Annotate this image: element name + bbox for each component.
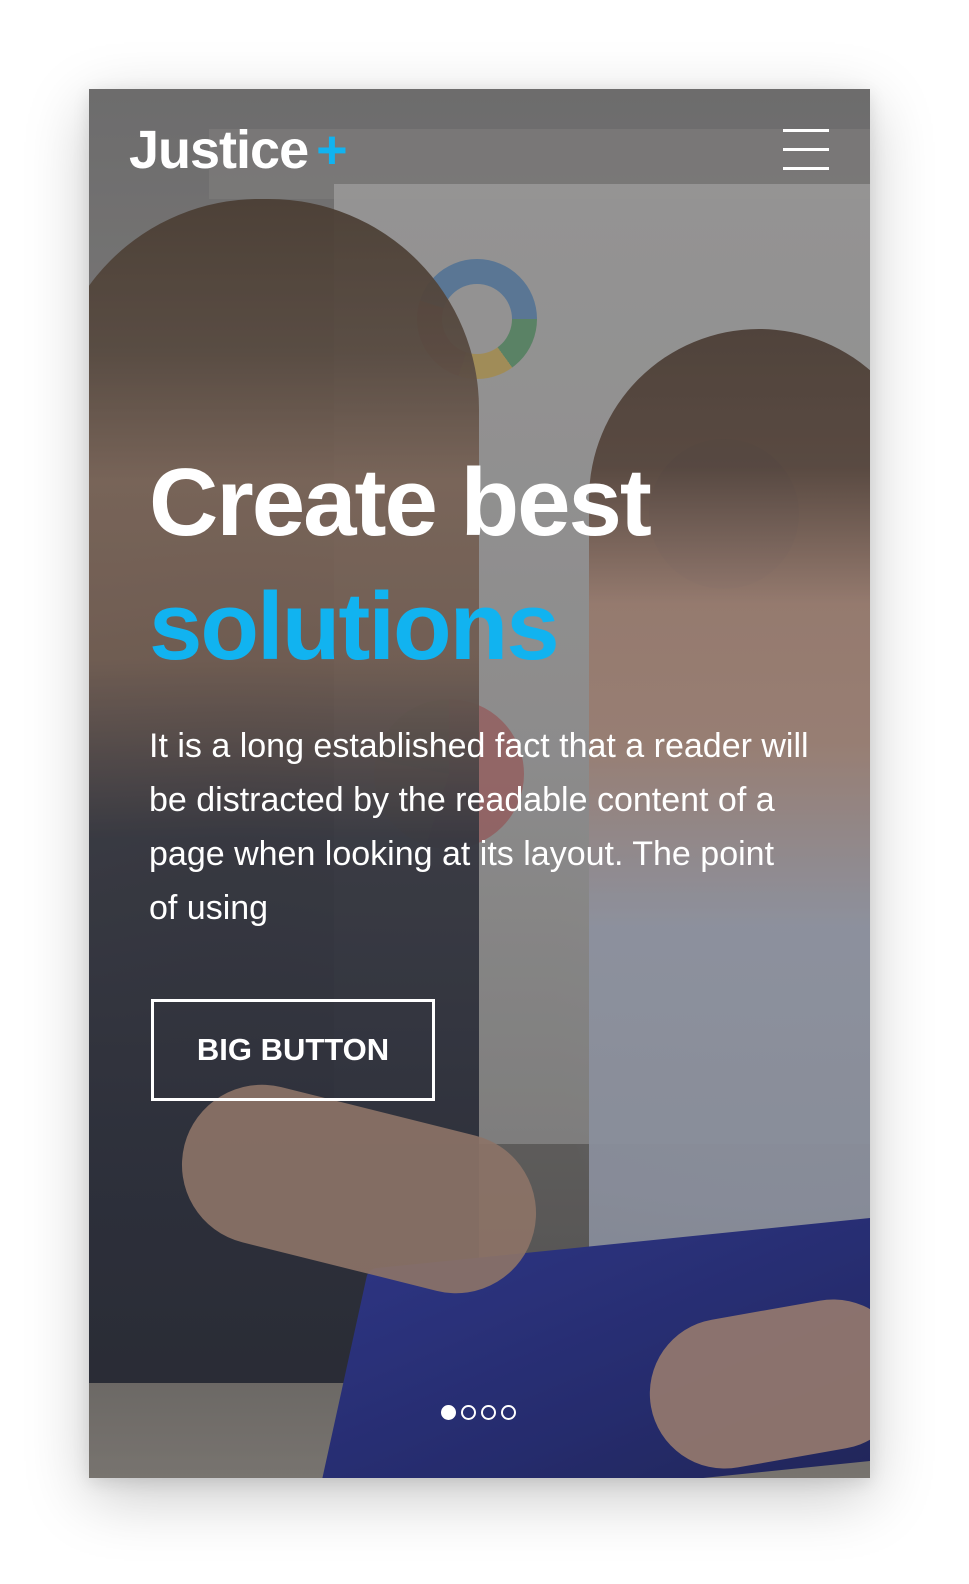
carousel-dot-2[interactable] — [461, 1405, 476, 1420]
carousel-dot-4[interactable] — [501, 1405, 516, 1420]
carousel-pagination — [441, 1405, 521, 1421]
headline-line-1: Create best — [149, 449, 652, 556]
site-header: Justice + — [89, 89, 870, 219]
hamburger-menu-icon[interactable] — [783, 129, 829, 171]
hero-content: Create best solutions It is a long estab… — [149, 441, 829, 935]
hero-headline: Create best solutions — [149, 441, 829, 689]
hero-lead-text: It is a long established fact that a rea… — [149, 727, 809, 927]
carousel-dot-3[interactable] — [481, 1405, 496, 1420]
menu-bar — [783, 129, 829, 132]
menu-bar — [783, 148, 829, 151]
brand-name: Justice — [129, 120, 309, 180]
brand-plus-mark: + — [316, 120, 348, 180]
menu-bar — [783, 167, 829, 170]
big-button[interactable]: BIG BUTTON — [151, 999, 435, 1101]
mobile-screen: Justice + Create best solutions It is a l… — [89, 89, 870, 1478]
page: Justice + Create best solutions It is a l… — [0, 0, 969, 1584]
carousel-dot-1[interactable] — [441, 1405, 456, 1420]
headline-line-2-accent: solutions — [149, 573, 560, 680]
brand-logo[interactable]: Justice + — [129, 119, 348, 181]
